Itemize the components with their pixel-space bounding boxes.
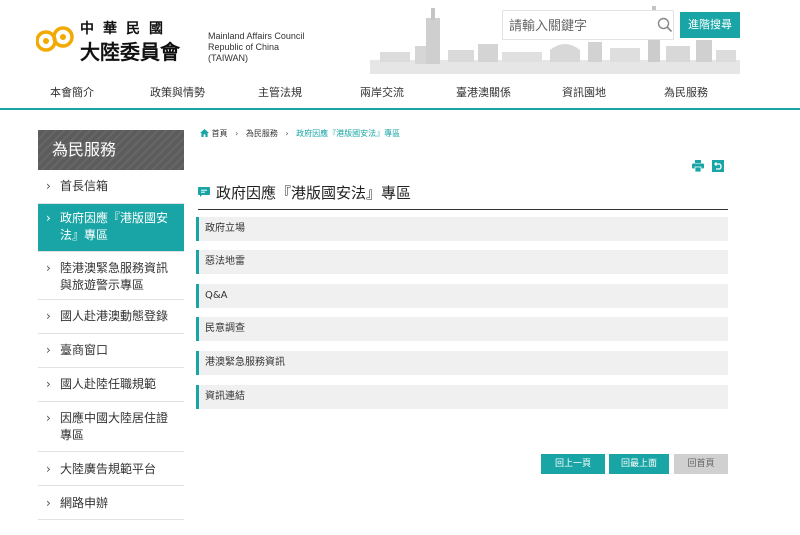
home-icon[interactable] — [200, 129, 209, 137]
page-title-row: 政府因應『港版國安法』專區 — [198, 180, 728, 210]
logo-english-name: Mainland Affairs Council Republic of Chi… — [208, 31, 305, 63]
sidebar-item-label: 因應中國大陸居住證專區 — [60, 411, 169, 442]
site-header: 中華民國 大陸委員會 Mainland Affairs Council Repu… — [0, 0, 800, 110]
sidebar-item-residence-permit[interactable]: › 因應中國大陸居住證專區 — [38, 402, 184, 452]
main-nav: 本會簡介 政策與情勢 主管法規 兩岸交流 臺港澳關係 資訊園地 為民服務 — [0, 80, 800, 104]
print-icon[interactable] — [692, 160, 704, 172]
breadcrumb-separator: › — [285, 129, 289, 138]
sidebar-item-online-application[interactable]: › 網路申辦 — [38, 486, 184, 520]
nav-item-regulations[interactable]: 主管法規 — [258, 84, 302, 100]
list-item-government-position[interactable]: 政府立場 — [196, 217, 728, 241]
nav-item-policy[interactable]: 政策與情勢 — [150, 84, 205, 100]
nav-item-cross-strait[interactable]: 兩岸交流 — [360, 84, 404, 100]
breadcrumb-section[interactable]: 為民服務 — [246, 129, 278, 138]
sidebar-item-label: 國人赴陸任職規範 — [60, 377, 157, 391]
home-button[interactable]: 回首頁 — [674, 454, 728, 474]
chevron-right-icon: › — [46, 309, 51, 323]
header-divider — [0, 108, 800, 110]
site-logo[interactable]: 中華民國 大陸委員會 Mainland Affairs Council Repu… — [36, 18, 306, 64]
list-item-qa[interactable]: Q&A — [196, 284, 728, 308]
sidebar-item-label: 大陸廣告規範平台 — [60, 462, 157, 476]
chevron-right-icon: › — [46, 496, 51, 510]
chevron-right-icon: › — [46, 377, 51, 391]
chevron-right-icon: › — [46, 211, 51, 225]
nav-item-about[interactable]: 本會簡介 — [50, 84, 94, 100]
back-to-top-button[interactable]: 回最上面 — [609, 454, 669, 474]
search-box — [502, 10, 674, 40]
sidebar-item-director-mailbox[interactable]: › 首長信箱 — [38, 170, 184, 204]
chat-bubble-icon — [198, 187, 210, 197]
chevron-right-icon: › — [46, 411, 51, 425]
mac-logo-icon — [36, 26, 74, 52]
sidebar-item-business-window[interactable]: › 臺商窗口 — [38, 334, 184, 368]
advanced-search-button[interactable]: 進階搜尋 — [680, 12, 740, 38]
sidebar-title: 為民服務 — [38, 130, 184, 170]
breadcrumb-separator: › — [235, 129, 239, 138]
list-item-info-links[interactable]: 資訊連結 — [196, 385, 728, 409]
sidebar-item-hk-security-law[interactable]: › 政府因應『港版國安法』專區 — [38, 204, 184, 252]
sidebar-item-advertising[interactable]: › 大陸廣告規範平台 — [38, 452, 184, 486]
nav-item-services[interactable]: 為民服務 — [664, 84, 708, 100]
chevron-right-icon: › — [46, 462, 51, 476]
back-button[interactable]: 回上一頁 — [541, 454, 605, 474]
search-icon[interactable] — [657, 17, 673, 33]
sidebar-item-label: 國人赴港澳動態登錄 — [60, 309, 169, 323]
breadcrumb: 首頁 › 為民服務 › 政府因應『港版國安法』專區 — [200, 128, 400, 140]
nav-item-hk-macau[interactable]: 臺港澳關係 — [456, 84, 511, 100]
chevron-right-icon: › — [46, 261, 51, 275]
sidebar: 為民服務 › 首長信箱 › 政府因應『港版國安法』專區 › 陸港澳緊急服務資訊與… — [38, 130, 184, 535]
list-item-emergency-services[interactable]: 港澳緊急服務資訊 — [196, 351, 728, 375]
sidebar-item-employment-rules[interactable]: › 國人赴陸任職規範 — [38, 368, 184, 402]
page-title: 政府因應『港版國安法』專區 — [216, 184, 412, 202]
breadcrumb-home[interactable]: 首頁 — [212, 129, 228, 138]
breadcrumb-current[interactable]: 政府因應『港版國安法』專區 — [296, 129, 400, 138]
chevron-right-icon: › — [46, 343, 51, 357]
list-item-law-minefield[interactable]: 惡法地雷 — [196, 250, 728, 274]
search-input[interactable] — [509, 15, 649, 37]
sidebar-item-emergency-travel[interactable]: › 陸港澳緊急服務資訊與旅遊警示專區 — [38, 252, 184, 300]
logo-chinese-name: 中華民國 大陸委員會 — [80, 21, 180, 64]
chevron-right-icon: › — [46, 179, 51, 193]
sidebar-item-hk-registration[interactable]: › 國人赴港澳動態登錄 — [38, 300, 184, 334]
sidebar-item-label: 陸港澳緊急服務資訊與旅遊警示專區 — [60, 261, 169, 292]
list-item-opinion-poll[interactable]: 民意調查 — [196, 317, 728, 341]
sidebar-item-label: 臺商窗口 — [60, 343, 109, 357]
sidebar-item-label: 首長信箱 — [60, 179, 109, 193]
sidebar-item-label: 網路申辦 — [60, 496, 109, 510]
share-icon[interactable] — [712, 160, 724, 172]
nav-item-info[interactable]: 資訊園地 — [562, 84, 606, 100]
sidebar-item-label: 政府因應『港版國安法』專區 — [60, 211, 169, 242]
